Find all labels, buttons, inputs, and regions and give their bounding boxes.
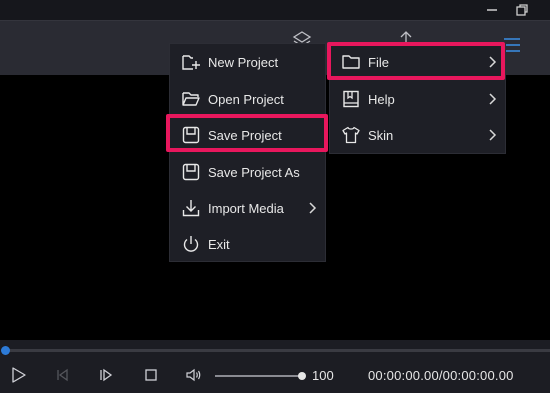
- stop-icon[interactable]: [142, 366, 160, 384]
- menu-item-open-project[interactable]: Open Project: [170, 81, 325, 117]
- new-project-icon: [182, 55, 200, 70]
- playback-controls: [0, 340, 550, 393]
- seek-handle[interactable]: [1, 346, 10, 355]
- volume-slider[interactable]: [215, 375, 302, 377]
- volume-value: 100: [312, 368, 334, 383]
- power-icon: [183, 236, 199, 252]
- time-display: 00:00:00.00/00:00:00.00: [368, 368, 514, 383]
- menu-item-new-project[interactable]: New Project: [170, 44, 325, 80]
- minimize-icon[interactable]: [484, 2, 500, 18]
- volume-icon[interactable]: [185, 366, 203, 384]
- shirt-icon: [342, 126, 360, 144]
- play-icon[interactable]: [10, 366, 28, 384]
- menu-item-label: Help: [368, 91, 395, 107]
- save-as-icon: [182, 163, 200, 181]
- chevron-right-icon: [309, 202, 317, 214]
- volume-slider-handle[interactable]: [298, 372, 306, 380]
- menu-item-save-project-as[interactable]: Save Project As: [170, 154, 325, 190]
- menu-item-help[interactable]: Help: [330, 81, 505, 117]
- folder-open-icon: [182, 92, 200, 106]
- menu-item-label: Import Media: [208, 200, 284, 216]
- menu-item-skin[interactable]: Skin: [330, 117, 505, 153]
- highlight-save-project: [166, 114, 328, 152]
- menu-item-label: Exit: [208, 236, 230, 252]
- menu-item-label: New Project: [208, 54, 279, 70]
- title-bar: [0, 0, 550, 20]
- restore-icon[interactable]: [514, 2, 530, 18]
- import-icon: [182, 200, 200, 217]
- seek-bar[interactable]: [1, 346, 550, 355]
- menu-item-label: Open Project: [208, 91, 284, 107]
- help-book-icon: [343, 90, 359, 108]
- menu-item-import-media[interactable]: Import Media: [170, 190, 325, 226]
- chevron-right-icon: [489, 93, 497, 105]
- highlight-file: [327, 42, 505, 80]
- step-forward-icon[interactable]: [97, 366, 115, 384]
- menu-item-label: Skin: [368, 127, 394, 143]
- menu-item-exit[interactable]: Exit: [170, 226, 325, 262]
- chevron-right-icon: [489, 129, 497, 141]
- menu-item-label: Save Project As: [208, 164, 300, 180]
- step-back-icon[interactable]: [53, 366, 71, 384]
- file-submenu: New Project Open Project Save Project Sa…: [169, 43, 326, 262]
